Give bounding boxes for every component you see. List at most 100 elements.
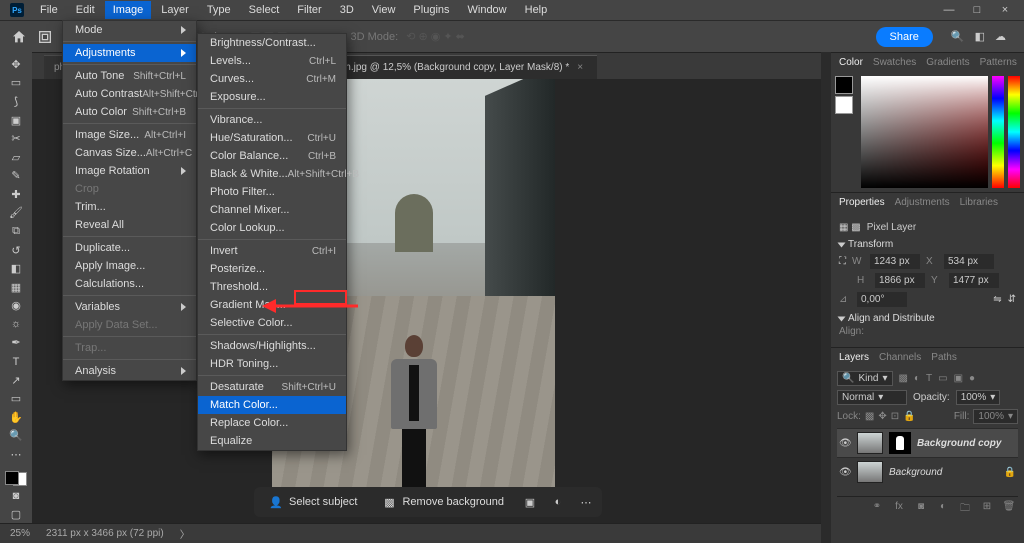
frames-icon[interactable] bbox=[36, 29, 54, 45]
menu-edit[interactable]: Edit bbox=[68, 1, 103, 19]
menu-item-selective-color[interactable]: Selective Color... bbox=[198, 314, 346, 332]
menu-item-image-size[interactable]: Image Size...Alt+Ctrl+I bbox=[63, 126, 196, 144]
menu-item-adjustments[interactable]: Adjustments bbox=[63, 44, 196, 62]
filter-shape-icon[interactable]: ▭ bbox=[938, 373, 947, 384]
move-tool-icon[interactable]: ✥ bbox=[4, 56, 28, 73]
tab-libraries[interactable]: Libraries bbox=[960, 197, 998, 208]
menu-item-equalize[interactable]: Equalize bbox=[198, 432, 346, 450]
foreground-swatch[interactable] bbox=[5, 471, 19, 485]
menu-type[interactable]: Type bbox=[199, 1, 239, 19]
select-subject-button[interactable]: 👤 Select subject bbox=[262, 492, 363, 512]
transform-icon[interactable]: ▣ bbox=[522, 494, 538, 510]
lock-position-icon[interactable]: ✥ bbox=[878, 411, 886, 422]
filter-toggle-icon[interactable]: ● bbox=[969, 373, 975, 384]
screenmode-icon[interactable]: ▢ bbox=[4, 506, 28, 523]
tab-channels[interactable]: Channels bbox=[879, 352, 921, 363]
workspace-icon[interactable]: ◧ bbox=[975, 30, 985, 43]
window-close-icon[interactable]: × bbox=[998, 4, 1012, 16]
menu-item-color-lookup[interactable]: Color Lookup... bbox=[198, 219, 346, 237]
layer-thumb[interactable] bbox=[857, 432, 883, 454]
add-mask-icon[interactable]: ◙ bbox=[914, 501, 928, 518]
layer-row-background-copy[interactable]: 👁 Background copy bbox=[837, 428, 1018, 457]
new-layer-icon[interactable]: ⊞ bbox=[980, 501, 994, 518]
share-button[interactable]: Share bbox=[876, 27, 933, 47]
object-select-tool-icon[interactable]: ▣ bbox=[4, 112, 28, 129]
lock-pixels-icon[interactable]: ▩ bbox=[865, 411, 874, 422]
menu-item-bw[interactable]: Black & White...Alt+Shift+Ctrl+B bbox=[198, 165, 346, 183]
angle-field[interactable]: 0,00° bbox=[857, 292, 907, 307]
menu-view[interactable]: View bbox=[364, 1, 404, 19]
crop-tool-icon[interactable]: ✂ bbox=[4, 130, 28, 147]
close-tab-icon[interactable]: × bbox=[577, 62, 583, 73]
new-group-icon[interactable]: 🗀 bbox=[958, 501, 972, 518]
menu-image[interactable]: Image bbox=[105, 1, 152, 19]
zoom-level[interactable]: 25% bbox=[10, 528, 30, 539]
menu-item-invert[interactable]: InvertCtrl+I bbox=[198, 242, 346, 260]
home-icon[interactable] bbox=[10, 29, 28, 45]
menu-item-auto-contrast[interactable]: Auto ContrastAlt+Shift+Ctrl+L bbox=[63, 85, 196, 103]
new-fill-icon[interactable]: ◐ bbox=[936, 501, 950, 518]
gradient-tool-icon[interactable]: ▦ bbox=[4, 279, 28, 296]
tab-patterns[interactable]: Patterns bbox=[980, 57, 1017, 68]
menu-item-replace-color[interactable]: Replace Color... bbox=[198, 414, 346, 432]
menu-window[interactable]: Window bbox=[460, 1, 515, 19]
blur-tool-icon[interactable]: ◉ bbox=[4, 298, 28, 315]
eraser-tool-icon[interactable]: ◧ bbox=[4, 260, 28, 277]
menu-3d[interactable]: 3D bbox=[332, 1, 362, 19]
filter-smart-icon[interactable]: ▣ bbox=[954, 373, 963, 384]
tab-layers[interactable]: Layers bbox=[839, 352, 869, 363]
menu-item-photo-filter[interactable]: Photo Filter... bbox=[198, 183, 346, 201]
layer-row-background[interactable]: 👁 Background 🔒 bbox=[837, 457, 1018, 486]
eyedropper-tool-icon[interactable]: ✎ bbox=[4, 167, 28, 184]
more-tools-icon[interactable]: ⋯ bbox=[4, 446, 28, 463]
cloud-icon[interactable]: ☁ bbox=[995, 30, 1006, 43]
lock-artboard-icon[interactable]: ⊡ bbox=[891, 411, 899, 422]
tab-color[interactable]: Color bbox=[839, 57, 863, 68]
filter-type-icon[interactable]: T bbox=[926, 373, 932, 384]
menu-filter[interactable]: Filter bbox=[289, 1, 329, 19]
quickmask-icon[interactable]: ◙ bbox=[4, 488, 28, 505]
menu-item-exposure[interactable]: Exposure... bbox=[198, 88, 346, 106]
zoom-tool-icon[interactable]: 🔍 bbox=[4, 428, 28, 445]
tab-paths[interactable]: Paths bbox=[931, 352, 957, 363]
filter-adjust-icon[interactable]: ◐ bbox=[914, 373, 920, 384]
panel-background-swatch[interactable] bbox=[835, 96, 853, 114]
menu-item-auto-color[interactable]: Auto ColorShift+Ctrl+B bbox=[63, 103, 196, 121]
search-icon[interactable]: 🔍 bbox=[951, 30, 965, 43]
link-icon[interactable]: ⛶ bbox=[839, 256, 846, 267]
marquee-tool-icon[interactable]: ▭ bbox=[4, 75, 28, 92]
menu-plugins[interactable]: Plugins bbox=[405, 1, 457, 19]
menu-item-gradient-map[interactable]: Gradient Map... bbox=[198, 296, 346, 314]
menu-item-auto-tone[interactable]: Auto ToneShift+Ctrl+L bbox=[63, 67, 196, 85]
menu-item-reveal-all[interactable]: Reveal All bbox=[63, 216, 196, 234]
lasso-tool-icon[interactable]: ⟆ bbox=[4, 93, 28, 110]
align-section-label[interactable]: Align and Distribute bbox=[848, 313, 935, 324]
menu-layer[interactable]: Layer bbox=[153, 1, 197, 19]
menu-item-brightness[interactable]: Brightness/Contrast... bbox=[198, 34, 346, 52]
hue-spectrum[interactable] bbox=[1008, 76, 1020, 188]
menu-item-vibrance[interactable]: Vibrance... bbox=[198, 111, 346, 129]
menu-item-color-balance[interactable]: Color Balance...Ctrl+B bbox=[198, 147, 346, 165]
menu-item-desaturate[interactable]: DesaturateShift+Ctrl+U bbox=[198, 378, 346, 396]
layer-thumb[interactable] bbox=[857, 461, 883, 483]
menu-item-channel-mixer[interactable]: Channel Mixer... bbox=[198, 201, 346, 219]
layer-style-icon[interactable]: fx bbox=[892, 501, 906, 518]
menu-item-image-rotation[interactable]: Image Rotation bbox=[63, 162, 196, 180]
menu-item-hdr[interactable]: HDR Toning... bbox=[198, 355, 346, 373]
path-tool-icon[interactable]: ↗ bbox=[4, 372, 28, 389]
tab-properties[interactable]: Properties bbox=[839, 197, 885, 208]
flip-v-icon[interactable]: ⇵ bbox=[1008, 294, 1016, 305]
lock-icon[interactable]: 🔒 bbox=[1004, 467, 1016, 478]
layer-mask-thumb[interactable] bbox=[889, 432, 911, 454]
history-brush-icon[interactable]: ↺ bbox=[4, 242, 28, 259]
remove-background-button[interactable]: ▩ Remove background bbox=[375, 492, 510, 512]
tab-gradients[interactable]: Gradients bbox=[926, 57, 969, 68]
tab-swatches[interactable]: Swatches bbox=[873, 57, 916, 68]
filter-pixel-icon[interactable]: ▩ bbox=[899, 373, 908, 384]
menu-select[interactable]: Select bbox=[241, 1, 288, 19]
transform-section-label[interactable]: Transform bbox=[848, 239, 893, 250]
menu-item-calculations[interactable]: Calculations... bbox=[63, 275, 196, 293]
adjust-icon[interactable]: ◐ bbox=[550, 494, 566, 510]
clone-tool-icon[interactable]: ⧉ bbox=[4, 223, 28, 240]
delete-layer-icon[interactable]: 🗑 bbox=[1002, 501, 1016, 518]
